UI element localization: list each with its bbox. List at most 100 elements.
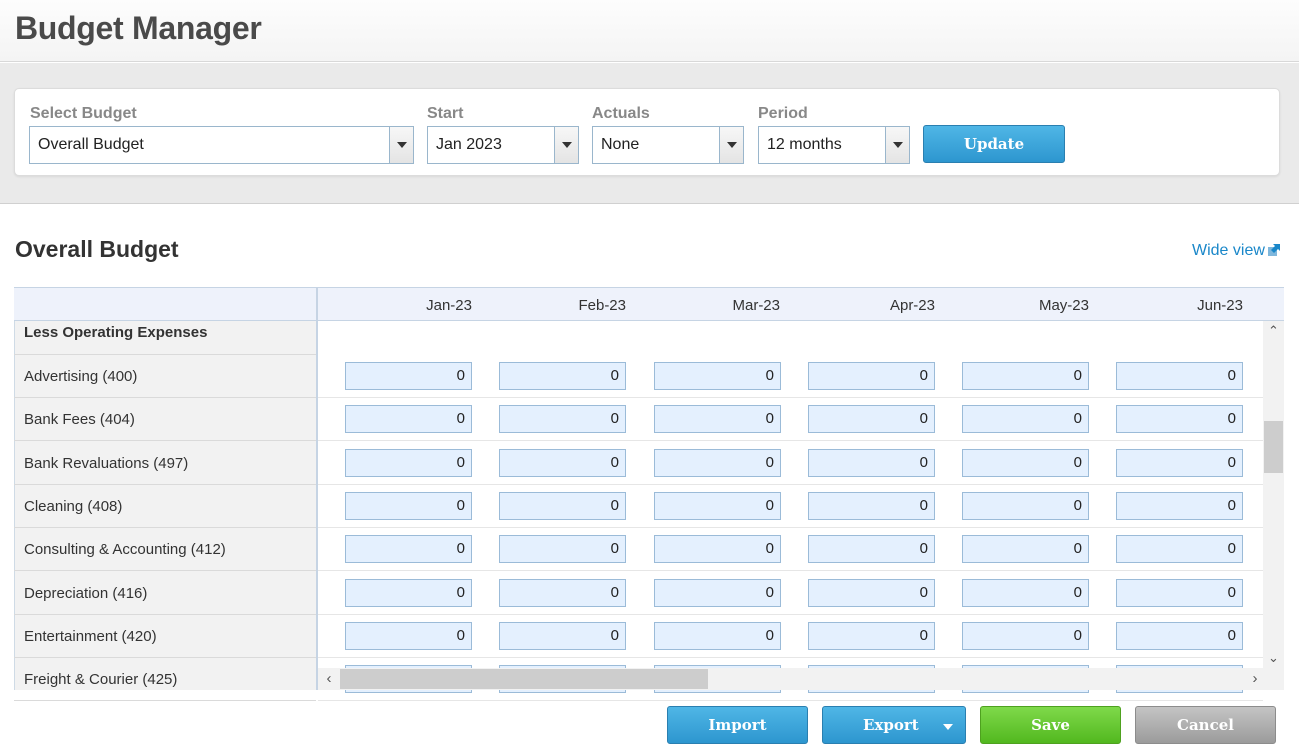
row-label: Advertising (400) — [14, 355, 316, 398]
budget-amount-input[interactable]: 0 — [345, 362, 472, 390]
import-button[interactable]: Import — [667, 706, 808, 744]
horizontal-scrollbar[interactable]: ‹ › — [318, 668, 1284, 690]
row-label: Bank Revaluations (497) — [14, 442, 316, 485]
scroll-left-icon[interactable]: ‹ — [320, 670, 338, 688]
chevron-down-icon[interactable] — [719, 127, 743, 163]
select-budget-dropdown[interactable]: Overall Budget — [29, 126, 414, 164]
budget-amount-input[interactable]: 0 — [1116, 579, 1243, 607]
budget-amount-input[interactable]: 0 — [654, 405, 781, 433]
chevron-down-icon[interactable] — [943, 724, 953, 730]
budget-grid: Jan-23 Feb-23 Mar-23 Apr-23 May-23 Jun-2… — [14, 287, 1284, 701]
budget-amount-input[interactable]: 0 — [654, 535, 781, 563]
budget-amount-input[interactable]: 0 — [808, 449, 935, 477]
row-separator — [318, 397, 1263, 398]
budget-amount-input[interactable]: 0 — [962, 362, 1089, 390]
save-button[interactable]: Save — [980, 706, 1121, 744]
budget-amount-input[interactable]: 0 — [962, 449, 1089, 477]
export-label: Export — [863, 716, 919, 734]
actuals-dropdown[interactable]: None — [592, 126, 744, 164]
budget-amount-input[interactable]: 0 — [1116, 535, 1243, 563]
row-label: Consulting & Accounting (412) — [14, 528, 316, 571]
budget-amount-input[interactable]: 0 — [345, 535, 472, 563]
actuals-label: Actuals — [592, 105, 650, 122]
row-separator — [318, 657, 1263, 658]
budget-amount-input[interactable]: 0 — [1116, 622, 1243, 650]
row-label: Freight & Courier (425) — [14, 658, 316, 701]
export-button[interactable]: Export — [822, 706, 966, 744]
budget-amount-input[interactable]: 0 — [654, 622, 781, 650]
row-separator — [318, 614, 1263, 615]
start-dropdown[interactable]: Jan 2023 — [427, 126, 579, 164]
chevron-down-icon[interactable] — [554, 127, 578, 163]
scroll-right-icon[interactable]: › — [1246, 670, 1264, 688]
month-header-cell: Feb-23 — [578, 297, 626, 314]
budget-amount-input[interactable]: 0 — [499, 622, 626, 650]
row-label: Entertainment (420) — [14, 615, 316, 658]
row-separator — [318, 440, 1263, 441]
row-separator — [318, 700, 1263, 701]
budget-amount-input[interactable]: 0 — [962, 405, 1089, 433]
budget-amount-input[interactable]: 0 — [654, 362, 781, 390]
budget-amount-input[interactable]: 0 — [808, 579, 935, 607]
row-separator — [318, 527, 1263, 528]
vertical-scrollbar[interactable]: ⌃ ⌄ — [1263, 321, 1284, 668]
horizontal-scroll-thumb[interactable] — [340, 669, 708, 689]
budget-amount-input[interactable]: 0 — [499, 535, 626, 563]
budget-amount-input[interactable]: 0 — [499, 362, 626, 390]
budget-amount-input[interactable]: 0 — [1116, 449, 1243, 477]
budget-title: Overall Budget — [15, 236, 179, 262]
budget-amount-input[interactable]: 0 — [808, 492, 935, 520]
budget-amount-input[interactable]: 0 — [499, 405, 626, 433]
external-link-icon — [1267, 244, 1280, 256]
scroll-up-icon[interactable]: ⌃ — [1263, 323, 1284, 339]
budget-amount-input[interactable]: 0 — [654, 492, 781, 520]
actuals-value: None — [601, 136, 640, 153]
budget-amount-input[interactable]: 0 — [808, 405, 935, 433]
chevron-down-icon[interactable] — [389, 127, 413, 163]
budget-amount-input[interactable]: 0 — [345, 622, 472, 650]
row-label: Depreciation (416) — [14, 572, 316, 615]
wide-view-link[interactable]: Wide view — [1192, 242, 1280, 260]
vertical-scroll-thumb[interactable] — [1264, 421, 1283, 473]
row-label: Cleaning (408) — [14, 485, 316, 528]
header-bar: Budget Manager — [0, 0, 1299, 62]
budget-amount-input[interactable]: 0 — [654, 579, 781, 607]
account-header — [14, 287, 316, 321]
month-header-cell: Mar-23 — [732, 297, 780, 314]
scroll-down-icon[interactable]: ⌄ — [1263, 650, 1284, 666]
month-header-cell: May-23 — [1038, 297, 1089, 314]
select-budget-label: Select Budget — [30, 105, 137, 122]
budget-amount-input[interactable]: 0 — [808, 535, 935, 563]
budget-amount-input[interactable]: 0 — [499, 579, 626, 607]
budget-amount-input[interactable]: 0 — [499, 449, 626, 477]
chevron-down-icon[interactable] — [885, 127, 909, 163]
wide-view-label: Wide view — [1192, 242, 1265, 259]
budget-amount-input[interactable]: 0 — [654, 449, 781, 477]
budget-amount-input[interactable]: 0 — [962, 535, 1089, 563]
budget-amount-input[interactable]: 0 — [345, 449, 472, 477]
filter-band: Select Budget Overall Budget Start Jan 2… — [0, 63, 1299, 204]
row-label: Bank Fees (404) — [14, 398, 316, 441]
budget-amount-input[interactable]: 0 — [962, 622, 1089, 650]
period-label: Period — [758, 105, 808, 122]
month-header-cell: Jan-23 — [426, 297, 472, 314]
budget-amount-input[interactable]: 0 — [345, 405, 472, 433]
period-dropdown[interactable]: 12 months — [758, 126, 910, 164]
budget-amount-input[interactable]: 0 — [1116, 492, 1243, 520]
cancel-button[interactable]: Cancel — [1135, 706, 1276, 744]
budget-amount-input[interactable]: 0 — [1116, 362, 1243, 390]
budget-amount-input[interactable]: 0 — [345, 579, 472, 607]
start-label: Start — [427, 105, 464, 122]
budget-amount-input[interactable]: 0 — [808, 622, 935, 650]
budget-amount-input[interactable]: 0 — [345, 492, 472, 520]
budget-amount-input[interactable]: 0 — [1116, 405, 1243, 433]
month-header-cell: Apr-23 — [889, 297, 935, 314]
filter-panel: Select Budget Overall Budget Start Jan 2… — [14, 88, 1280, 176]
budget-amount-input[interactable]: 0 — [499, 492, 626, 520]
budget-amount-input[interactable]: 0 — [962, 579, 1089, 607]
row-separator — [318, 570, 1263, 571]
month-header: Jan-23 Feb-23 Mar-23 Apr-23 May-23 Jun-2… — [318, 287, 1284, 321]
update-button[interactable]: Update — [923, 125, 1065, 163]
budget-amount-input[interactable]: 0 — [962, 492, 1089, 520]
budget-amount-input[interactable]: 0 — [808, 362, 935, 390]
